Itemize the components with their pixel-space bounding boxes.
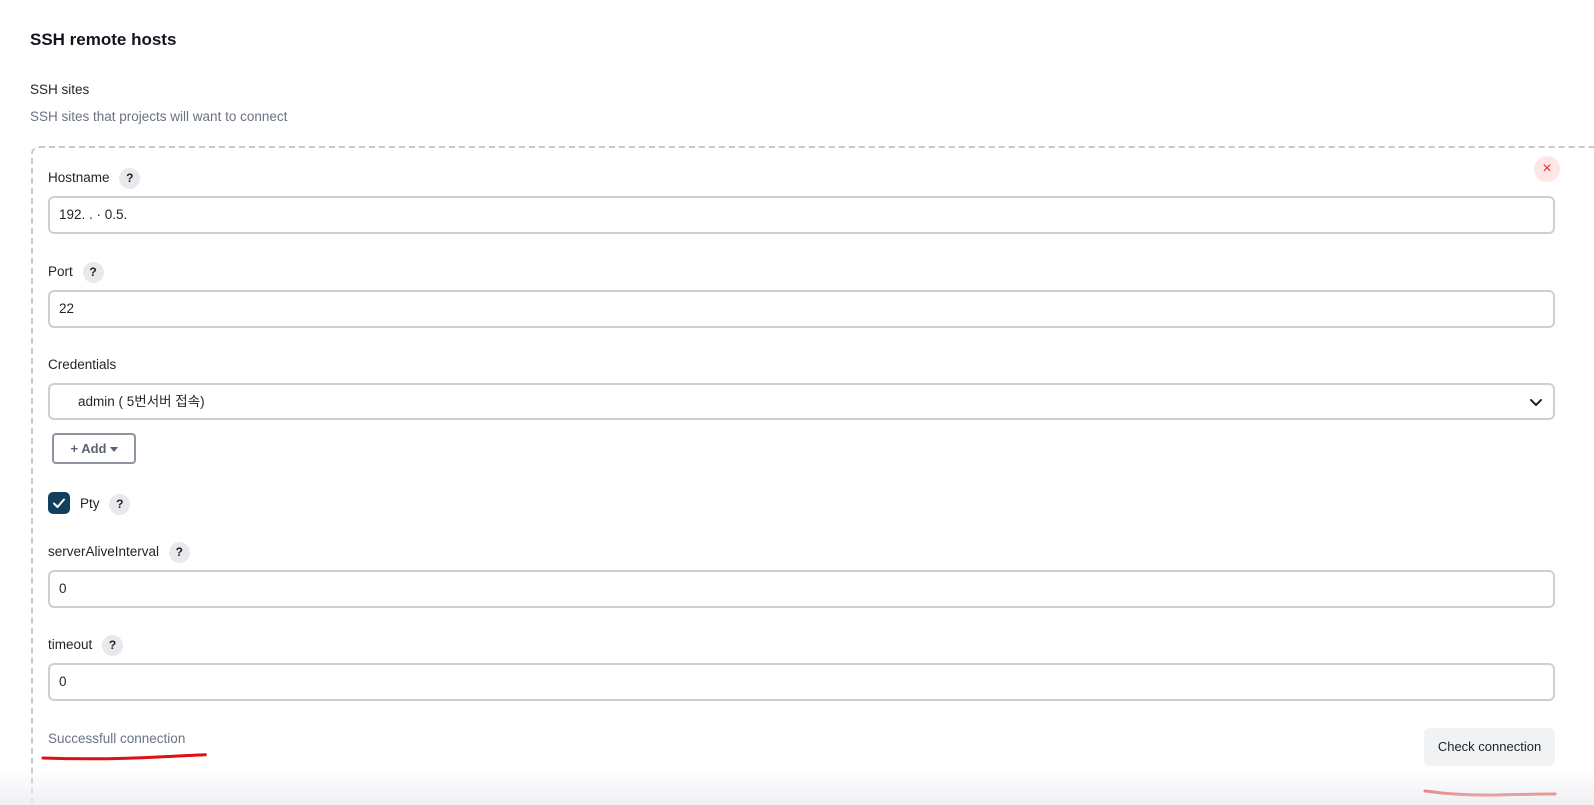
server-alive-interval-input[interactable]: 0	[48, 570, 1555, 608]
help-icon[interactable]: ?	[102, 634, 124, 656]
server-alive-interval-label-row: serverAliveInterval ?	[48, 541, 190, 563]
credentials-label-row: Credentials	[48, 354, 116, 376]
port-label-row: Port ?	[48, 261, 104, 283]
ssh-sites-description: SSH sites that projects will want to con…	[30, 109, 288, 124]
port-input[interactable]: 22	[48, 290, 1555, 328]
chevron-down-icon	[1530, 399, 1542, 406]
credentials-selected-value: admin ( 5번서버 접속)	[78, 394, 205, 409]
add-credentials-label: + Add	[70, 441, 107, 456]
pty-checkbox[interactable]	[48, 492, 70, 514]
help-icon[interactable]: ?	[119, 167, 141, 189]
timeout-label: timeout	[48, 637, 93, 652]
credentials-select[interactable]: admin ( 5번서버 접속)	[48, 383, 1555, 420]
connection-status-text: Successfull connection	[48, 731, 186, 746]
help-icon[interactable]: ?	[168, 541, 190, 563]
ssh-sites-label: SSH sites	[30, 82, 90, 97]
section-title: SSH remote hosts	[30, 30, 177, 49]
pty-label-row: Pty ?	[80, 493, 131, 515]
check-icon	[53, 498, 65, 508]
help-icon[interactable]: ?	[109, 493, 131, 515]
credentials-label: Credentials	[48, 357, 117, 372]
port-label: Port	[48, 264, 73, 279]
delete-site-button[interactable]: ×	[1534, 156, 1560, 182]
add-credentials-button[interactable]: + Add	[52, 433, 136, 464]
timeout-label-row: timeout ?	[48, 634, 124, 656]
help-icon[interactable]: ?	[82, 261, 104, 283]
caret-down-icon	[109, 447, 118, 453]
hostname-input[interactable]: 192. . · 0.5.	[48, 196, 1555, 234]
ssh-remote-hosts-page: SSH remote hosts SSH sites SSH sites tha…	[0, 0, 1594, 805]
pty-label: Pty	[80, 496, 100, 511]
check-connection-button[interactable]: Check connection	[1424, 728, 1555, 766]
timeout-input[interactable]: 0	[48, 663, 1555, 701]
hostname-label: Hostname	[48, 170, 110, 185]
server-alive-interval-label: serverAliveInterval	[48, 544, 160, 559]
ssh-site-entry	[31, 146, 1594, 805]
close-icon: ×	[1542, 160, 1552, 177]
hostname-label-row: Hostname ?	[48, 167, 141, 189]
